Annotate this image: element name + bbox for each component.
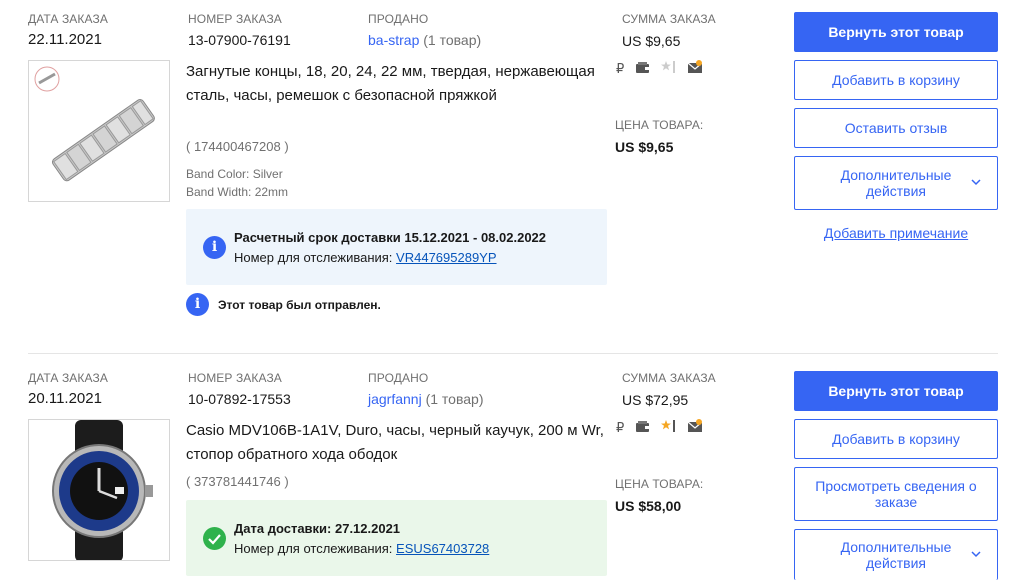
item-price-label: ЦЕНА ТОВАРА: [615, 477, 704, 491]
tracking-number-link[interactable]: ESUS67403728 [396, 541, 489, 556]
item-spec-width: Band Width: 22mm [186, 185, 289, 199]
add-note-link[interactable]: Добавить примечание [794, 225, 998, 241]
order-number-label: НОМЕР ЗАКАЗА [188, 371, 282, 385]
seller-link[interactable]: jagrfannj [368, 391, 422, 407]
order-icons: ₽ [616, 60, 710, 76]
order-divider [28, 353, 998, 354]
order-total: US $72,95 [622, 392, 689, 408]
order-date: 22.11.2021 [28, 31, 102, 48]
item-price: US $58,00 [615, 498, 682, 514]
item-price: US $9,65 [615, 139, 674, 155]
sold-by-label: ПРОДАНО [368, 371, 429, 385]
product-image[interactable] [28, 419, 170, 561]
star-icon [660, 60, 677, 77]
delivery-info-panel: Дата доставки: 27.12.2021 Номер для отсл… [186, 500, 607, 576]
wallet-icon [635, 61, 650, 77]
item-price-label: ЦЕНА ТОВАРА: [615, 118, 704, 132]
envelope-icon [687, 419, 703, 436]
tracking-label: Номер для отслеживания: [234, 250, 393, 265]
order-date: 20.11.2021 [28, 390, 102, 407]
tracking-label: Номер для отслеживания: [234, 541, 393, 556]
tracking-row: Номер для отслеживания: VR447695289YP [234, 250, 497, 265]
order-card: ДАТА ЗАКАЗА 20.11.2021 НОМЕР ЗАКАЗА 10-0… [0, 359, 1013, 580]
chevron-down-icon [971, 551, 981, 558]
order-total: US $9,65 [622, 33, 681, 49]
return-item-button[interactable]: Вернуть этот товар [794, 12, 998, 52]
order-card: ДАТА ЗАКАЗА 22.11.2021 НОМЕР ЗАКАЗА 13-0… [0, 0, 1013, 355]
add-to-cart-button[interactable]: Добавить в корзину [794, 419, 998, 459]
add-to-cart-button[interactable]: Добавить в корзину [794, 60, 998, 100]
more-actions-label: Дополнительные действия [840, 167, 952, 199]
wallet-icon [635, 420, 650, 436]
return-item-button[interactable]: Вернуть этот товар [794, 371, 998, 411]
product-title[interactable]: Casio MDV106B-1A1V, Duro, часы, черный к… [186, 419, 611, 467]
item-spec-color: Band Color: Silver [186, 167, 283, 181]
more-actions-label: Дополнительные действия [840, 539, 952, 571]
sold-by-label: ПРОДАНО [368, 12, 429, 26]
more-actions-button[interactable]: Дополнительные действия [794, 156, 998, 210]
shipping-info-panel: i Расчетный срок доставки 15.12.2021 - 0… [186, 209, 607, 285]
envelope-icon [687, 60, 703, 77]
seller-item-count: (1 товар) [423, 32, 482, 48]
view-order-details-button[interactable]: Просмотреть сведения о заказе [794, 467, 998, 521]
shipped-status-text: Этот товар был отправлен. [218, 298, 381, 312]
seller-item-count: (1 товар) [425, 391, 484, 407]
info-icon: i [203, 236, 226, 259]
order-total-label: СУММА ЗАКАЗА [622, 371, 716, 385]
ruble-icon: ₽ [616, 60, 625, 76]
order-number: 13-07900-76191 [188, 32, 291, 48]
item-number: ( 373781441746 ) [186, 474, 289, 489]
order-number-label: НОМЕР ЗАКАЗА [188, 12, 282, 26]
product-title[interactable]: Загнутые концы, 18, 20, 24, 22 мм, тверд… [186, 60, 611, 108]
order-icons: ₽ [616, 419, 710, 435]
more-actions-button[interactable]: Дополнительные действия [794, 529, 998, 580]
seller-info: jagrfannj (1 товар) [368, 391, 484, 407]
order-date-label: ДАТА ЗАКАЗА [28, 371, 108, 385]
seller-link[interactable]: ba-strap [368, 32, 419, 48]
leave-feedback-button[interactable]: Оставить отзыв [794, 108, 998, 148]
product-image[interactable] [28, 60, 170, 202]
chevron-down-icon [971, 179, 981, 186]
tracking-number-link[interactable]: VR447695289YP [396, 250, 496, 265]
order-date-label: ДАТА ЗАКАЗА [28, 12, 108, 26]
order-total-label: СУММА ЗАКАЗА [622, 12, 716, 26]
item-number: ( 174400467208 ) [186, 139, 289, 154]
delivery-date: Дата доставки: 27.12.2021 [234, 521, 401, 536]
seller-info: ba-strap (1 товар) [368, 32, 481, 48]
view-order-details-label: Просмотреть сведения о заказе [815, 478, 977, 510]
ruble-icon: ₽ [616, 419, 625, 435]
checkmark-icon [203, 527, 226, 550]
tracking-row: Номер для отслеживания: ESUS67403728 [234, 541, 489, 556]
info-icon: i [186, 293, 209, 316]
star-icon [660, 419, 677, 436]
order-number: 10-07892-17553 [188, 391, 291, 407]
estimated-delivery: Расчетный срок доставки 15.12.2021 - 08.… [234, 230, 547, 245]
